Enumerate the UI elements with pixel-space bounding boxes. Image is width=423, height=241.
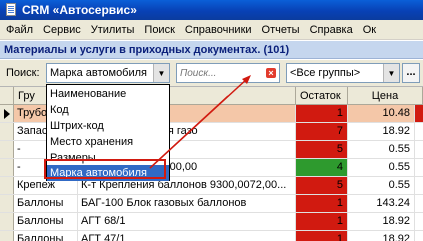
chevron-down-icon[interactable]: ▼	[153, 64, 169, 82]
search-input-box[interactable]: ×	[176, 63, 280, 83]
menu-references[interactable]: Справочники	[180, 20, 257, 40]
chevron-down-icon[interactable]: ▼	[383, 64, 399, 82]
row-indicator	[0, 177, 14, 194]
dropdown-option-storage[interactable]: Место хранения	[47, 134, 169, 150]
menu-search[interactable]: Поиск	[139, 20, 179, 40]
table-row[interactable]: Баллоны АГТ 68/1 1 18.92	[0, 213, 423, 231]
row-indicator	[0, 231, 14, 241]
title-bar: CRM «Автосервис»	[0, 0, 423, 20]
dropdown-option-code[interactable]: Код	[47, 102, 169, 118]
row-indicator	[0, 123, 14, 140]
header-stock[interactable]: Остаток	[296, 87, 348, 105]
cell-stock: 5	[296, 141, 348, 158]
row-indicator	[0, 213, 14, 230]
cell-price: 0.55	[348, 177, 415, 194]
search-toolbar: Поиск: Марка автомобиля ▼ × <Все группы>…	[0, 60, 423, 86]
header-price[interactable]: Цена	[348, 87, 423, 105]
search-input[interactable]	[180, 66, 264, 80]
menu-file[interactable]: Файл	[2, 20, 38, 40]
cell-stock: 4	[296, 159, 348, 176]
cell-name: АГТ 68/1	[78, 213, 296, 230]
section-title: Материалы и услуги в приходных документа…	[0, 41, 423, 59]
document-icon	[4, 3, 18, 17]
dropdown-option-barcode[interactable]: Штрих-код	[47, 118, 169, 134]
row-pointer-icon	[0, 105, 14, 122]
window-title: CRM «Автосервис»	[22, 3, 137, 17]
table-row[interactable]: Баллоны АГТ 47/1 1 18.92	[0, 231, 423, 241]
cell-price: 10.48	[348, 105, 415, 122]
menu-help[interactable]: Справка	[305, 20, 358, 40]
cell-price: 18.92	[348, 231, 415, 241]
cell-stock: 1	[296, 213, 348, 230]
search-field-select[interactable]: Марка автомобиля ▼	[46, 63, 170, 83]
search-label: Поиск:	[6, 67, 40, 79]
cell-price: 0.55	[348, 141, 415, 158]
header-indicator	[0, 87, 14, 105]
menu-bar: Файл Сервис Утилиты Поиск Справочники От…	[0, 20, 423, 40]
cell-stock: 7	[296, 123, 348, 140]
cell-price: 18.92	[348, 213, 415, 230]
menu-utilities[interactable]: Утилиты	[86, 20, 140, 40]
cell-name: АГТ 47/1	[78, 231, 296, 241]
row-indicator	[0, 195, 14, 212]
cell-price: 143.24	[348, 195, 415, 212]
cell-name: БАГ-100 Блок газовых баллонов	[78, 195, 296, 212]
cell-stock: 5	[296, 177, 348, 194]
cell-price: 0.55	[348, 159, 415, 176]
cell-stock: 1	[296, 105, 348, 122]
search-field-dropdown: Наименование Код Штрих-код Место хранени…	[46, 84, 170, 181]
clear-icon[interactable]: ×	[266, 68, 276, 78]
menu-reports[interactable]: Отчеты	[257, 20, 305, 40]
cell-group: Баллоны	[14, 213, 78, 230]
row-indicator	[0, 159, 14, 176]
table-row[interactable]: Баллоны БАГ-100 Блок газовых баллонов 1 143…	[0, 195, 423, 213]
cell-group: Баллоны	[14, 231, 78, 241]
dropdown-option-name[interactable]: Наименование	[47, 86, 169, 102]
menu-service[interactable]: Сервис	[38, 20, 86, 40]
dropdown-option-car-brand[interactable]: Марка автомобиля	[47, 165, 169, 181]
cell-group: Баллоны	[14, 195, 78, 212]
group-select[interactable]: <Все группы> ▼	[286, 63, 400, 83]
dropdown-option-sizes[interactable]: Размеры	[47, 150, 169, 166]
cell-price: 18.92	[348, 123, 415, 140]
price-status-strip	[415, 105, 423, 122]
cell-stock: 1	[296, 231, 348, 241]
search-field-value: Марка автомобиля	[50, 67, 148, 79]
more-options-button[interactable]: ...	[402, 63, 420, 83]
group-select-value: <Все группы>	[290, 67, 361, 79]
cell-stock: 1	[296, 195, 348, 212]
menu-ok[interactable]: Ок	[358, 20, 381, 40]
row-indicator	[0, 141, 14, 158]
